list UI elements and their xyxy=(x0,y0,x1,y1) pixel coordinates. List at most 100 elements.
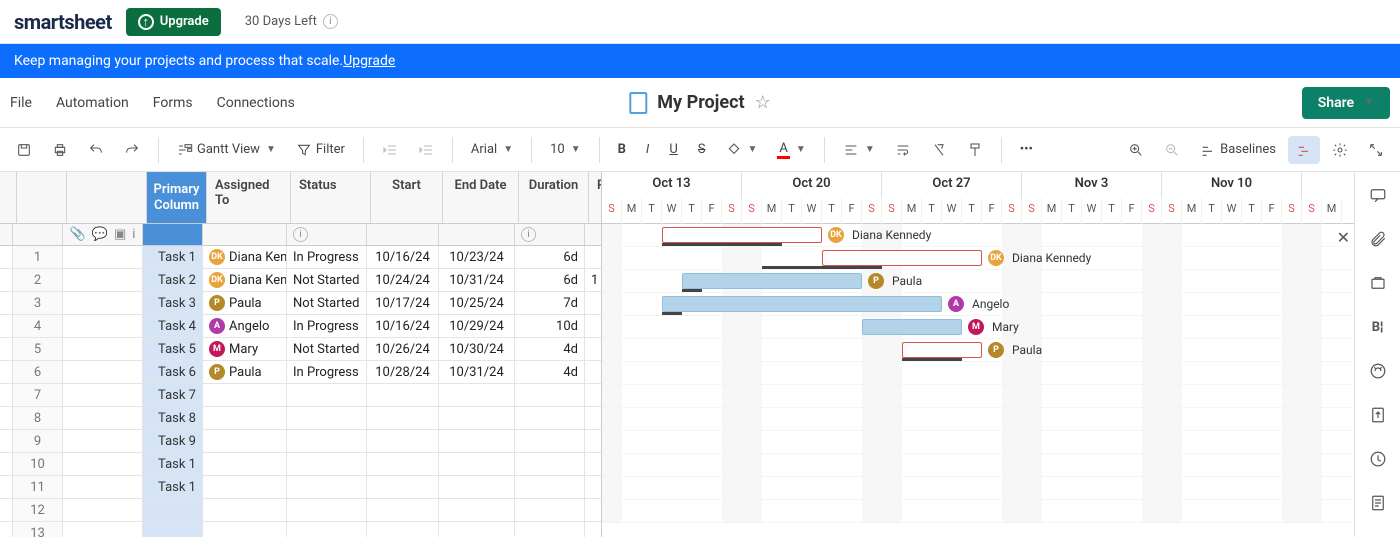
cell-duration[interactable]: 10d xyxy=(515,315,585,337)
cell-status[interactable] xyxy=(287,522,367,537)
cell-duration[interactable]: 4d xyxy=(515,361,585,383)
cell-predecessor[interactable] xyxy=(585,361,602,383)
cell-duration[interactable]: 6d xyxy=(515,269,585,291)
underline-icon[interactable]: U xyxy=(661,136,685,163)
cell-predecessor[interactable]: 1 xyxy=(585,269,602,291)
cell-start[interactable]: 10/28/24 xyxy=(367,361,439,383)
gantt-bar[interactable] xyxy=(682,273,862,289)
table-row[interactable]: 8Task 8 xyxy=(0,407,601,430)
duration-info-icon[interactable]: i xyxy=(521,227,536,242)
cell-assigned[interactable] xyxy=(203,453,287,475)
cell-predecessor[interactable] xyxy=(585,453,602,475)
cell-assigned[interactable]: DKDiana Ken xyxy=(203,269,287,291)
cell-predecessor[interactable] xyxy=(585,338,602,360)
filter-button[interactable]: Filter xyxy=(288,136,353,164)
cell-end[interactable] xyxy=(439,522,515,537)
cell-task[interactable]: Task 3 xyxy=(143,292,203,314)
cell-duration[interactable]: 4d xyxy=(515,338,585,360)
cell-end[interactable]: 10/29/24 xyxy=(439,315,515,337)
cell-start[interactable]: 10/17/24 xyxy=(367,292,439,314)
col-end[interactable]: End Date xyxy=(443,172,519,223)
zoom-in-icon[interactable] xyxy=(1120,136,1152,164)
cell-end[interactable]: 10/31/24 xyxy=(439,361,515,383)
table-row[interactable]: 6Task 6PPaulaIn Progress10/28/2410/31/24… xyxy=(0,361,601,384)
cell-assigned[interactable] xyxy=(203,499,287,521)
table-row[interactable]: 12 xyxy=(0,499,601,522)
indent-icon[interactable] xyxy=(410,136,442,164)
cell-duration[interactable]: 6d xyxy=(515,246,585,268)
col-status[interactable]: Status xyxy=(291,172,371,223)
menu-file[interactable]: File xyxy=(10,95,32,111)
status-info-icon[interactable]: i xyxy=(293,227,308,242)
bold-icon[interactable]: B xyxy=(610,136,634,163)
proof-icon[interactable]: ▣ xyxy=(114,227,126,242)
cell-predecessor[interactable] xyxy=(585,522,602,537)
cell-task[interactable]: Task 2 xyxy=(143,269,203,291)
cell-task[interactable] xyxy=(143,522,203,537)
gantt-bar[interactable] xyxy=(662,296,942,312)
table-row[interactable]: 3Task 3PPaulaNot Started10/17/2410/25/24… xyxy=(0,292,601,315)
cell-task[interactable]: Task 1 xyxy=(143,246,203,268)
font-size-selector[interactable]: 10 ▼ xyxy=(542,136,589,163)
align-icon[interactable]: ▼ xyxy=(835,136,883,164)
cell-task[interactable]: Task 7 xyxy=(143,384,203,406)
table-row[interactable]: 2Task 2DKDiana KenNot Started10/24/2410/… xyxy=(0,269,601,292)
document-title[interactable]: My Project xyxy=(657,92,744,113)
menu-forms[interactable]: Forms xyxy=(153,95,193,111)
wrap-icon[interactable] xyxy=(887,136,919,164)
cell-end[interactable]: 10/31/24 xyxy=(439,269,515,291)
gantt-row[interactable] xyxy=(602,385,1400,408)
cell-duration[interactable] xyxy=(515,407,585,429)
cell-start[interactable]: 10/24/24 xyxy=(367,269,439,291)
format-painter-icon[interactable] xyxy=(959,136,991,164)
baselines-button[interactable]: Baselines xyxy=(1192,136,1284,164)
print-icon[interactable] xyxy=(44,136,76,164)
summary-icon[interactable] xyxy=(1363,444,1393,474)
cell-start[interactable] xyxy=(367,407,439,429)
share-button[interactable]: Share ▼ xyxy=(1302,87,1390,119)
expand-icon[interactable] xyxy=(1360,136,1392,164)
cell-predecessor[interactable] xyxy=(585,430,602,452)
cell-start[interactable] xyxy=(367,476,439,498)
gantt-row[interactable]: MMary xyxy=(602,316,1400,339)
cell-predecessor[interactable] xyxy=(585,246,602,268)
cell-status[interactable]: In Progress xyxy=(287,315,367,337)
cell-start[interactable] xyxy=(367,499,439,521)
cell-status[interactable]: In Progress xyxy=(287,246,367,268)
cell-duration[interactable]: 7d xyxy=(515,292,585,314)
cell-start[interactable] xyxy=(367,384,439,406)
cell-task[interactable]: Task 1 xyxy=(143,453,203,475)
cell-assigned[interactable] xyxy=(203,476,287,498)
cell-duration[interactable] xyxy=(515,476,585,498)
gantt-row[interactable] xyxy=(602,431,1400,454)
critical-path-icon[interactable] xyxy=(1288,136,1320,164)
cell-status[interactable]: Not Started xyxy=(287,338,367,360)
publish-icon[interactable] xyxy=(1363,400,1393,430)
font-selector[interactable]: Arial ▼ xyxy=(463,136,521,163)
attachments-icon[interactable] xyxy=(1363,224,1393,254)
col-p[interactable]: P xyxy=(589,172,602,223)
cell-predecessor[interactable] xyxy=(585,315,602,337)
gantt-row[interactable]: DKDiana Kennedy xyxy=(602,247,1400,270)
cell-end[interactable] xyxy=(439,384,515,406)
activity-log-icon[interactable] xyxy=(1363,356,1393,386)
info-icon[interactable]: i xyxy=(323,14,338,29)
italic-icon[interactable]: I xyxy=(638,136,657,163)
cell-predecessor[interactable] xyxy=(585,476,602,498)
table-row[interactable]: 13 xyxy=(0,522,601,537)
strikethrough-icon[interactable]: S xyxy=(690,136,714,163)
gantt-bar[interactable] xyxy=(902,342,982,358)
gantt-row[interactable]: AAngelo xyxy=(602,293,1400,316)
col-primary[interactable]: Primary Column xyxy=(147,172,207,223)
cell-start[interactable]: 10/16/24 xyxy=(367,315,439,337)
cell-task[interactable]: Task 4 xyxy=(143,315,203,337)
cell-task[interactable] xyxy=(143,499,203,521)
cell-duration[interactable] xyxy=(515,499,585,521)
cell-start[interactable]: 10/26/24 xyxy=(367,338,439,360)
cell-start[interactable] xyxy=(367,453,439,475)
gantt-row[interactable] xyxy=(602,408,1400,431)
cell-status[interactable] xyxy=(287,476,367,498)
work-apps-icon[interactable] xyxy=(1363,488,1393,518)
favorite-star-icon[interactable]: ☆ xyxy=(755,92,771,113)
cell-end[interactable] xyxy=(439,430,515,452)
